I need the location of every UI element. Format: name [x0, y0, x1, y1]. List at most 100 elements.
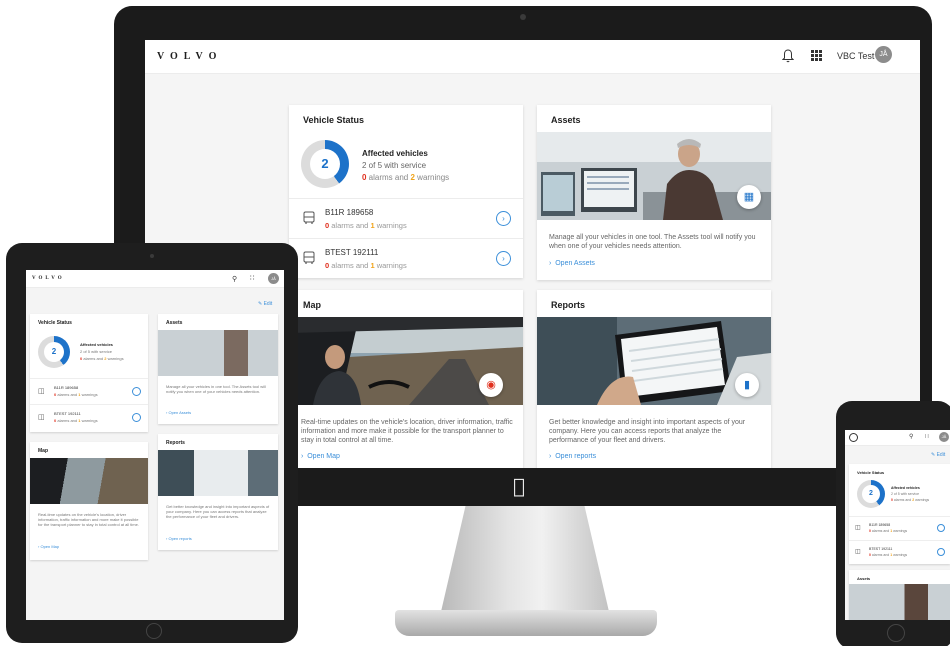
assets-card: Assets [849, 570, 950, 620]
open-map-label: Open Map [307, 453, 340, 460]
bell-icon[interactable]: ⚲ [232, 275, 237, 283]
alarms-text: alarms and [329, 261, 371, 270]
map-card: Map ◉ Real-time updates on the vehicle's… [289, 290, 523, 468]
reports-photo [158, 450, 278, 496]
bell-icon[interactable]: ⚲ [909, 433, 913, 440]
reports-document-icon[interactable]: ▮ [735, 373, 759, 397]
affected-alarms: 0 alarms and 2 warnings [80, 356, 124, 361]
user-name[interactable]: VBC Test [837, 51, 874, 61]
donut-count: 2 [44, 342, 64, 362]
vehicle-row[interactable]: ◫ B11R 189658 0 alarms and 1 warnings [30, 378, 148, 404]
vehicle-alarms: 0 alarms and 1 warnings [325, 261, 407, 270]
phone-home-button [887, 624, 905, 642]
map-card: Map Real-time updates on the vehicle's l… [30, 442, 148, 560]
chevron-right-icon[interactable] [132, 413, 141, 422]
card-title: Reports [551, 300, 586, 310]
edit-link[interactable]: ✎ Edit [258, 301, 272, 307]
avatar[interactable]: JÅ [939, 432, 949, 442]
device-mockup-stage:  VOLVO VBC Test JÅ Vehicle Status 2 Aff… [0, 0, 950, 646]
assets-description: Manage all your vehicles in one tool. Th… [166, 384, 266, 394]
vehicle-row[interactable]: ◫ B11R 189658 0 alarms and 1 warnings [849, 516, 950, 540]
affected-subtitle: 2 of 5 with service [80, 349, 113, 354]
vehicle-status-card: Vehicle Status 2 Affected vehicles 2 of … [30, 314, 148, 432]
affected-donut-chart: 2 [857, 480, 885, 508]
open-map-link[interactable]: › Open Map [301, 453, 340, 460]
alarms-text: alarms and [870, 553, 891, 557]
apps-grid-icon[interactable] [811, 50, 822, 61]
card-title: Assets [857, 576, 871, 581]
chevron-right-icon[interactable] [937, 524, 945, 532]
vehicle-plate: BTEST 192111 [869, 547, 893, 551]
affected-donut-chart: 2 [301, 140, 349, 188]
open-map-link[interactable]: › Open Map [38, 544, 59, 549]
edit-label: Edit [263, 301, 273, 307]
open-assets-link[interactable]: › Open Assets [166, 410, 191, 415]
affected-subtitle: 2 of 5 with service [362, 161, 427, 170]
vehicle-alarms: 0 alarms and 1 warnings [869, 529, 907, 534]
open-reports-link[interactable]: › Open reports [166, 536, 192, 541]
tablet-top-bar: VOLVO ⚲ ∷ JÅ [26, 270, 284, 288]
reports-description: Get better knowledge and insight into im… [549, 419, 746, 444]
affected-subtitle: 2 of 5 with service [891, 492, 920, 496]
bus-icon [303, 211, 315, 224]
alarms-text: alarms and [329, 221, 371, 230]
open-reports-label: Open reports [555, 453, 597, 460]
vehicle-row[interactable]: BTEST 192111 0 alarms and 1 warnings › [289, 238, 523, 278]
affected-title[interactable]: Affected vehicles [362, 149, 428, 158]
affected-title[interactable]: Affected vehicles [80, 342, 113, 347]
vehicle-plate: B11R 189658 [325, 208, 374, 217]
volvo-logo[interactable]: VOLVO [157, 51, 222, 62]
alarms-text: alarms and [56, 418, 79, 423]
vehicle-status-card: Vehicle Status 2 Affected vehicles 2 of … [849, 464, 950, 564]
card-title: Vehicle Status [303, 115, 365, 125]
assets-bus-icon[interactable]: ▦ [737, 185, 761, 209]
vehicle-alarms: 0 alarms and 1 warnings [54, 392, 98, 397]
chevron-right-icon[interactable]: › [496, 251, 511, 266]
assets-card: Assets ▦ Manage all your vehicles in one… [537, 105, 771, 280]
alarms-text: alarms and [366, 173, 411, 182]
volvo-logo[interactable]: VOLVO [32, 276, 65, 281]
vehicle-plate: B11R 189658 [869, 523, 891, 527]
affected-title[interactable]: Affected vehicles [891, 486, 920, 491]
map-description: Real-time updates on the vehicle's locat… [301, 419, 513, 444]
assets-photo [849, 584, 950, 620]
open-reports-link[interactable]: › Open reports [549, 453, 596, 460]
avatar[interactable]: JÅ [268, 273, 279, 284]
apps-grid-icon[interactable]: ∷ [250, 274, 254, 282]
warnings-text: warnings [374, 221, 407, 230]
chevron-right-icon[interactable] [937, 548, 945, 556]
card-title: Vehicle Status [38, 320, 72, 326]
chevron-right-icon[interactable]: › [496, 211, 511, 226]
vehicle-row[interactable]: ◫ BTEST 192111 0 alarms and 1 warnings [30, 404, 148, 430]
vehicle-alarms: 0 alarms and 1 warnings [325, 221, 407, 230]
chevron-right-icon[interactable] [132, 387, 141, 396]
card-title: Map [38, 448, 48, 454]
avatar[interactable]: JÅ [875, 46, 892, 63]
edit-link[interactable]: ✎ Edit [931, 452, 945, 458]
vehicle-row[interactable]: ◫ BTEST 192111 0 alarms and 1 warnings [849, 540, 950, 564]
vehicle-row[interactable]: B11R 189658 0 alarms and 1 warnings › [289, 198, 523, 238]
bus-icon: ◫ [855, 549, 861, 555]
reports-description: Get better knowledge and insight into im… [166, 504, 270, 519]
warnings-text: warnings [414, 173, 450, 182]
bus-icon: ◫ [855, 525, 861, 531]
imac-stand-foot [395, 610, 657, 636]
alarms-text: alarms and [892, 498, 913, 502]
phone-top-bar: ⚲ ∷ JÅ [845, 430, 950, 446]
map-pin-icon[interactable]: ◉ [479, 373, 503, 397]
reports-card: Reports ▮ Get better knowledge and insig… [537, 290, 771, 468]
open-map-label: Open Map [40, 544, 60, 549]
warnings-text: warnings [892, 553, 908, 557]
assets-description: Manage all your vehicles in one tool. Th… [549, 234, 756, 250]
vehicle-plate: BTEST 192111 [325, 248, 379, 257]
volvo-emblem-icon[interactable] [849, 433, 858, 442]
apps-grid-icon[interactable]: ∷ [925, 433, 929, 440]
card-title: Assets [551, 115, 581, 125]
open-assets-link[interactable]: › Open Assets [549, 260, 595, 267]
edit-label: Edit [936, 452, 946, 458]
imac-camera [520, 14, 526, 20]
vehicle-plate: BTEST 192111 [54, 411, 81, 416]
bell-icon[interactable] [782, 49, 794, 63]
card-title: Map [303, 300, 321, 310]
assets-photo [537, 132, 771, 220]
